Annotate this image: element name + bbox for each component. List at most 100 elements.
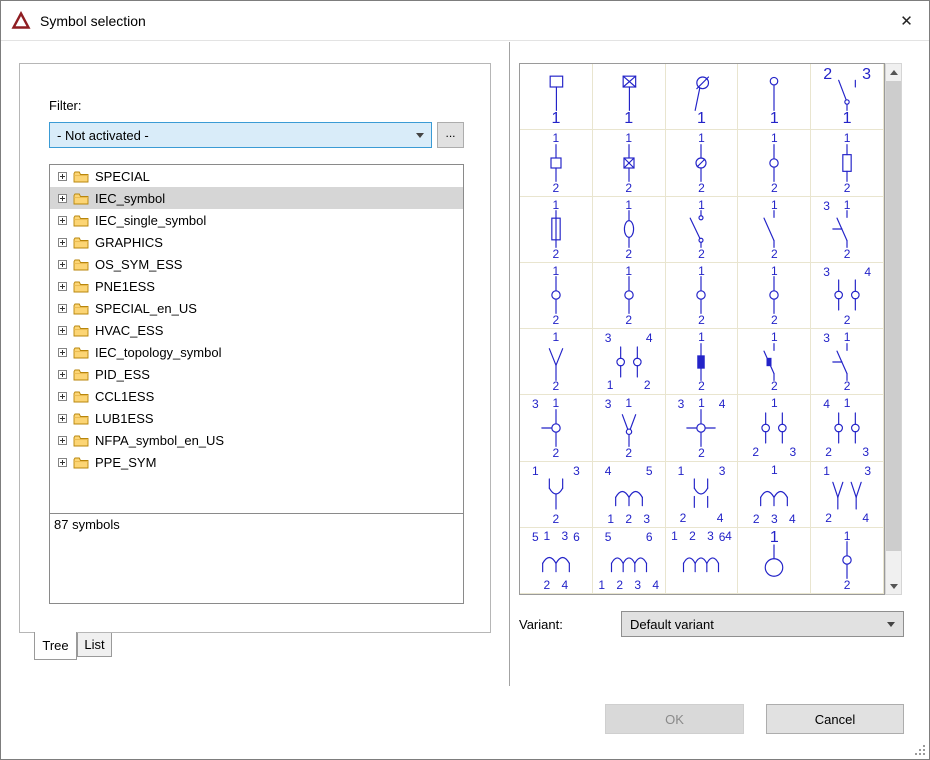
symbol-cell[interactable]: 12 bbox=[666, 263, 739, 329]
symbol-cell[interactable]: 1324 bbox=[666, 462, 739, 528]
terminal-number: 1 bbox=[844, 331, 851, 343]
symbol-cell[interactable]: 12 bbox=[811, 528, 884, 594]
terminal-number: 2 bbox=[844, 182, 851, 194]
variant-dropdown[interactable]: Default variant bbox=[621, 611, 904, 637]
tree-item-special[interactable]: SPECIAL bbox=[50, 165, 463, 187]
terminal-number: 2 bbox=[771, 314, 778, 326]
folder-icon bbox=[73, 346, 89, 359]
tree-item-os_sym_ess[interactable]: OS_SYM_ESS bbox=[50, 253, 463, 275]
symbol-cell[interactable]: 12 bbox=[738, 130, 811, 196]
grid-scrollbar[interactable] bbox=[885, 63, 902, 595]
symbol-cell[interactable]: 312 bbox=[811, 197, 884, 263]
terminal-number: 2 bbox=[625, 314, 632, 326]
terminal-number: 2 bbox=[625, 182, 632, 194]
symbol-cell[interactable]: 342 bbox=[811, 263, 884, 329]
folder-icon bbox=[73, 258, 89, 271]
folder-icon bbox=[73, 170, 89, 183]
resize-grip-icon[interactable] bbox=[913, 743, 926, 756]
panel-splitter[interactable] bbox=[509, 42, 510, 686]
symbol-cell[interactable]: 312 bbox=[520, 395, 593, 461]
symbol-cell[interactable]: 12 bbox=[811, 130, 884, 196]
symbol-cell[interactable]: 1 bbox=[666, 64, 739, 130]
titlebar[interactable]: Symbol selection ✕ bbox=[1, 1, 929, 41]
symbol-cell[interactable]: 12 bbox=[738, 197, 811, 263]
symbol-cell[interactable]: 12 bbox=[593, 197, 666, 263]
cancel-button[interactable]: Cancel bbox=[766, 704, 904, 734]
expand-plus-icon[interactable] bbox=[58, 304, 67, 313]
symbol-cell[interactable]: 12 bbox=[520, 329, 593, 395]
symbol-cell[interactable]: 451 2 3 bbox=[593, 462, 666, 528]
symbol-cell[interactable]: 12 bbox=[593, 263, 666, 329]
terminal-number: 1 bbox=[844, 530, 851, 542]
tree-item-iec_symbol[interactable]: IEC_symbol bbox=[50, 187, 463, 209]
symbol-cell[interactable]: 1 bbox=[520, 64, 593, 130]
tree-item-pne1ess[interactable]: PNE1ESS bbox=[50, 275, 463, 297]
symbol-cell[interactable]: 312 bbox=[811, 329, 884, 395]
tree-item-lub1ess[interactable]: LUB1ESS bbox=[50, 407, 463, 429]
scroll-up-icon[interactable] bbox=[886, 64, 901, 80]
browse-button[interactable]: ... bbox=[437, 122, 464, 148]
symbol-cell[interactable]: 561 2 3 4 bbox=[593, 528, 666, 594]
terminal-number: 1 bbox=[698, 397, 705, 409]
scroll-down-icon[interactable] bbox=[886, 578, 901, 594]
tab-tree[interactable]: Tree bbox=[34, 632, 77, 660]
tree-item-label: SPECIAL bbox=[95, 169, 150, 184]
symbol-cell[interactable]: 12 bbox=[666, 197, 739, 263]
filter-dropdown[interactable]: - Not activated - bbox=[49, 122, 432, 148]
symbol-cell[interactable]: 12 bbox=[738, 263, 811, 329]
scrollbar-thumb[interactable] bbox=[886, 81, 901, 551]
symbol-cell[interactable]: 12 bbox=[666, 329, 739, 395]
expand-plus-icon[interactable] bbox=[58, 238, 67, 247]
symbol-cell[interactable]: 12 bbox=[666, 130, 739, 196]
expand-plus-icon[interactable] bbox=[58, 392, 67, 401]
symbol-cell[interactable]: 1 bbox=[738, 64, 811, 130]
symbol-cell[interactable]: 123 bbox=[738, 395, 811, 461]
symbol-cell[interactable]: 4123 bbox=[811, 395, 884, 461]
terminal-number: 1 bbox=[770, 530, 779, 546]
symbol-cell[interactable]: 12 bbox=[738, 329, 811, 395]
symbol-library-tree[interactable]: SPECIAL IEC_symbolIEC_single_symbolGRAPHI… bbox=[49, 164, 464, 514]
tree-item-special_en_us[interactable]: SPECIAL_en_US bbox=[50, 297, 463, 319]
expand-plus-icon[interactable] bbox=[58, 194, 67, 203]
expand-plus-icon[interactable] bbox=[58, 326, 67, 335]
tree-item-pid_ess[interactable]: PID_ESS bbox=[50, 363, 463, 385]
symbol-cell[interactable]: 132 bbox=[520, 462, 593, 528]
expand-plus-icon[interactable] bbox=[58, 436, 67, 445]
tree-item-iec_topology_symbol[interactable]: IEC_topology_symbol bbox=[50, 341, 463, 363]
symbol-cell[interactable]: 12 3 4 bbox=[738, 462, 811, 528]
symbol-cell[interactable]: 12 bbox=[593, 130, 666, 196]
tree-item-nfpa_symbol_en_us[interactable]: NFPA_symbol_en_US bbox=[50, 429, 463, 451]
expand-plus-icon[interactable] bbox=[58, 348, 67, 357]
symbol-cell[interactable]: 1324 bbox=[811, 462, 884, 528]
symbol-cell[interactable]: 12 bbox=[520, 197, 593, 263]
symbol-cell[interactable]: 3142 bbox=[666, 395, 739, 461]
symbol-cell[interactable]: 3412 bbox=[593, 329, 666, 395]
symbol-cell[interactable]: 51 362 4 bbox=[520, 528, 593, 594]
tree-item-ppe_sym[interactable]: PPE_SYM bbox=[50, 451, 463, 473]
expand-plus-icon[interactable] bbox=[58, 370, 67, 379]
symbol-cell[interactable]: 231 bbox=[811, 64, 884, 130]
symbol-cell[interactable]: 1 2 3 46 bbox=[666, 528, 739, 594]
close-button[interactable]: ✕ bbox=[884, 1, 929, 40]
ok-button[interactable]: OK bbox=[605, 704, 744, 734]
terminal-number: 1 bbox=[770, 111, 779, 127]
tree-item-ccl1ess[interactable]: CCL1ESS bbox=[50, 385, 463, 407]
symbol-cell[interactable]: 12 bbox=[520, 263, 593, 329]
expand-plus-icon[interactable] bbox=[58, 458, 67, 467]
terminal-number: 3 bbox=[605, 332, 612, 344]
tree-item-hvac_ess[interactable]: HVAC_ESS bbox=[50, 319, 463, 341]
terminal-number: 1 2 3 4 bbox=[598, 579, 659, 591]
symbol-cell[interactable]: 1 bbox=[593, 64, 666, 130]
symbol-cell[interactable]: 1 bbox=[738, 528, 811, 594]
expand-plus-icon[interactable] bbox=[58, 172, 67, 181]
expand-plus-icon[interactable] bbox=[58, 216, 67, 225]
expand-plus-icon[interactable] bbox=[58, 414, 67, 423]
tree-item-iec_single_symbol[interactable]: IEC_single_symbol bbox=[50, 209, 463, 231]
tree-item-graphics[interactable]: GRAPHICS bbox=[50, 231, 463, 253]
tab-list[interactable]: List bbox=[77, 633, 112, 657]
expand-plus-icon[interactable] bbox=[58, 260, 67, 269]
symbol-cell[interactable]: 312 bbox=[593, 395, 666, 461]
tree-item-label: PPE_SYM bbox=[95, 455, 156, 470]
expand-plus-icon[interactable] bbox=[58, 282, 67, 291]
symbol-cell[interactable]: 12 bbox=[520, 130, 593, 196]
